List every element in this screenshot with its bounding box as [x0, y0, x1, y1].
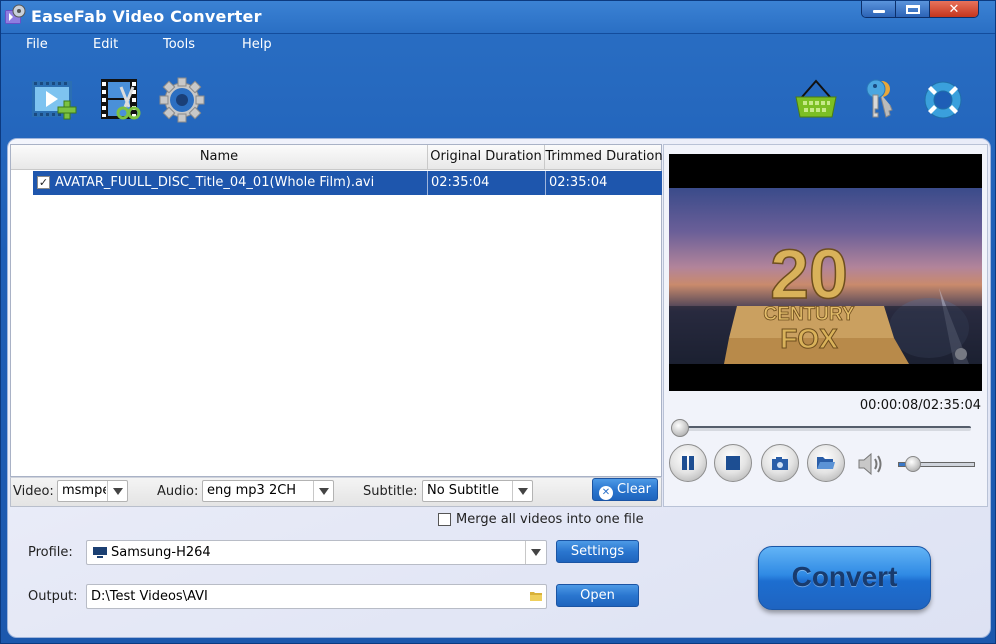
menu-tools[interactable]: Tools [163, 37, 195, 52]
browse-folder-icon[interactable] [530, 590, 542, 602]
scene-text-fox: FOX [780, 323, 838, 354]
trimmed-duration: 02:35:04 [545, 171, 662, 195]
fox-logo-image: 20 CENTURY FOX [669, 234, 982, 364]
output-path-field[interactable]: D:\Test Videos\AVI [86, 584, 547, 609]
audio-track-label: Audio: [157, 484, 199, 499]
help-button[interactable] [919, 77, 967, 123]
menu-edit[interactable]: Edit [93, 37, 118, 52]
maximize-button[interactable] [896, 1, 930, 17]
subtitle-value: No Subtitle [427, 483, 499, 498]
clear-x-icon: ✕ [599, 486, 613, 500]
settings-button[interactable]: Settings [556, 540, 639, 563]
gear-icon [159, 77, 205, 123]
table-row[interactable]: ✓ AVATAR_FUULL_DISC_Title_04_01(Whole Fi… [33, 171, 662, 195]
column-header-trimmed-duration[interactable]: Trimmed Duration [545, 145, 663, 170]
add-video-button[interactable] [30, 77, 78, 123]
seek-slider[interactable] [677, 426, 971, 431]
camera-icon [772, 457, 788, 470]
clear-button[interactable]: ✕ Clear [592, 478, 658, 501]
pause-button[interactable] [669, 444, 707, 482]
clear-label: Clear [617, 482, 651, 497]
minimize-button[interactable] [862, 1, 896, 17]
add-video-icon [32, 81, 77, 120]
file-list[interactable]: Name Original Duration Trimmed Duration … [10, 144, 663, 477]
snapshot-button[interactable] [761, 444, 799, 482]
playback-time: 00:00:08/02:35:04 [859, 398, 981, 413]
audio-track-select[interactable]: eng mp3 2CH [202, 480, 334, 502]
lifebuoy-icon [924, 81, 962, 119]
window-controls: ✕ [861, 1, 979, 18]
edit-video-button[interactable] [99, 77, 147, 123]
menu-help[interactable]: Help [242, 37, 272, 52]
scene-text-20: 20 [770, 235, 848, 313]
chevron-down-icon [313, 481, 333, 501]
register-button[interactable] [856, 77, 904, 123]
video-preview[interactable]: 20 CENTURY FOX [669, 154, 982, 391]
list-header: Name Original Duration Trimmed Duration [11, 145, 663, 170]
app-logo-icon [5, 4, 26, 24]
chevron-down-icon [525, 541, 546, 564]
open-button[interactable]: Open [556, 584, 639, 607]
video-edit-scissors-icon [101, 79, 141, 120]
window-title: EaseFab Video Converter [31, 7, 262, 26]
column-header-original-duration[interactable]: Original Duration [428, 145, 545, 170]
volume-icon[interactable] [857, 451, 885, 477]
shopping-basket-icon [795, 79, 837, 118]
keys-icon [866, 79, 893, 118]
merge-checkbox[interactable] [438, 513, 451, 526]
column-header-name[interactable]: Name [11, 145, 428, 170]
menu-bar: File Edit Tools Help [1, 33, 995, 57]
close-button[interactable]: ✕ [930, 1, 978, 17]
tv-icon [93, 547, 107, 558]
pause-icon [682, 456, 694, 470]
file-name: AVATAR_FUULL_DISC_Title_04_01(Whole Film… [55, 175, 375, 190]
folder-icon [817, 457, 835, 469]
merge-label: Merge all videos into one file [456, 512, 644, 527]
title-bar: EaseFab Video Converter ✕ [1, 1, 995, 33]
chevron-down-icon [512, 481, 532, 501]
original-duration: 02:35:04 [427, 171, 545, 195]
subtitle-select[interactable]: No Subtitle [422, 480, 533, 502]
maximize-icon [905, 4, 920, 14]
app-window: EaseFab Video Converter ✕ File Edit Tool… [0, 0, 996, 644]
video-frame: 20 CENTURY FOX [669, 188, 982, 364]
buy-button[interactable] [792, 77, 840, 123]
scene-text-century: CENTURY [763, 304, 854, 325]
convert-button[interactable]: Convert [758, 546, 931, 610]
profile-label: Profile: [28, 545, 73, 560]
open-folder-button[interactable] [807, 444, 845, 482]
audio-track-value: eng mp3 2CH [207, 483, 297, 498]
output-path-value: D:\Test Videos\AVI [91, 589, 208, 604]
video-track-select[interactable]: msmpeg [57, 480, 128, 502]
chevron-down-icon [107, 481, 127, 501]
options-button[interactable] [159, 77, 207, 123]
stop-icon [726, 456, 740, 470]
minimize-icon [872, 10, 885, 13]
row-checkbox[interactable]: ✓ [37, 176, 50, 189]
stop-button[interactable] [714, 444, 752, 482]
menu-file[interactable]: File [26, 37, 48, 52]
profile-value: Samsung-H264 [111, 545, 211, 560]
subtitle-label: Subtitle: [363, 484, 418, 499]
video-track-label: Video: [13, 484, 54, 499]
profile-select[interactable]: Samsung-H264 [86, 540, 547, 565]
close-icon: ✕ [948, 1, 960, 17]
video-track-value: msmpeg [62, 483, 106, 498]
output-label: Output: [28, 589, 78, 604]
